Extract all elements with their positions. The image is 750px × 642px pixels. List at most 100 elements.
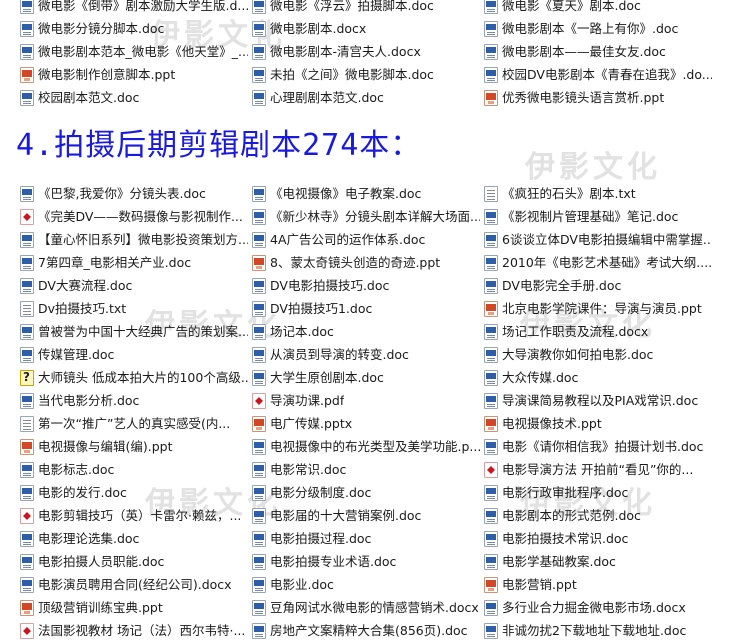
file-item[interactable]: 微电影《倒带》剧本激励大学生版.d... xyxy=(20,0,248,17)
file-item[interactable]: 传媒管理.doc xyxy=(20,343,248,366)
file-item[interactable]: 微电影《夏天》剧本.doc xyxy=(484,0,712,17)
file-item[interactable]: 《巴黎,我爱你》分镜头表.doc xyxy=(20,182,248,205)
doc-file-icon xyxy=(484,323,498,340)
file-item[interactable]: 法国影视教材 场记（法）西尔韦特·... xyxy=(20,619,248,642)
file-item[interactable]: 电影行政审批程序.doc xyxy=(484,481,712,504)
file-item[interactable]: 8、蒙太奇镜头创造的奇迹.ppt xyxy=(252,251,480,274)
file-item[interactable]: 【童心怀旧系列】微电影投资策划方... xyxy=(20,228,248,251)
file-item[interactable]: 多行业合力掘金微电影市场.docx xyxy=(484,596,712,619)
file-item[interactable]: 微电影剧本-清宫夫人.docx xyxy=(252,40,480,63)
file-item[interactable]: 《疯狂的石头》剧本.txt xyxy=(484,182,712,205)
doc-file-icon xyxy=(484,438,498,455)
file-item[interactable]: 豆角网试水微电影的情感营销术.docx xyxy=(252,596,480,619)
file-item[interactable]: 微电影剧本.docx xyxy=(252,17,480,40)
file-item[interactable]: 微电影剧本——最佳女友.doc xyxy=(484,40,712,63)
file-item[interactable]: DV大赛流程.doc xyxy=(20,274,248,297)
file-item[interactable]: 大导演教你如何拍电影.doc xyxy=(484,343,712,366)
file-name: 《影视制片管理基础》笔记.doc xyxy=(502,208,679,224)
file-item[interactable]: 电影拍摄专业术语.doc xyxy=(252,550,480,573)
file-item[interactable]: 优秀微电影镜头语言赏析.ppt xyxy=(484,86,712,109)
file-item[interactable]: 电影拍摄技术常识.doc xyxy=(484,527,712,550)
file-row: 7第四章_电影相关产业.doc 8、蒙太奇镜头创造的奇迹.ppt 2010年《电影艺… xyxy=(16,251,744,274)
file-item[interactable]: 导演课简易教程以及PIA戏常识.doc xyxy=(484,389,712,412)
file-row: 【童心怀旧系列】微电影投资策划方... 4A广告公司的运作体系.doc 6谈谈立体D… xyxy=(16,228,744,251)
file-item[interactable]: 北京电影学院课件：导演与演员.ppt xyxy=(484,297,712,320)
file-item[interactable]: 顶级营销训练宝典.ppt xyxy=(20,596,248,619)
file-item[interactable]: 电影业.doc xyxy=(252,573,480,596)
file-item[interactable]: 导演功课.pdf xyxy=(252,389,480,412)
file-item[interactable]: 大师镜头 低成本拍大片的100个高级... xyxy=(20,366,248,389)
file-item[interactable]: 电广传媒.pptx xyxy=(252,412,480,435)
file-item[interactable]: 非诚勿扰2下载地址下载地址.doc xyxy=(484,619,712,642)
doc-file-icon xyxy=(252,0,266,14)
file-item[interactable]: 曾被誉为中国十大经典广告的策划案... xyxy=(20,320,248,343)
file-item[interactable]: DV拍摄技巧1.doc xyxy=(252,297,480,320)
file-name: 4A广告公司的运作体系.doc xyxy=(270,231,426,247)
file-item[interactable]: 第一次“推广”艺人的真实感受(内... xyxy=(20,412,248,435)
file-item[interactable]: 心理剧剧本范文.doc xyxy=(252,86,480,109)
file-item[interactable]: 电影分级制度.doc xyxy=(252,481,480,504)
file-item[interactable]: 电影演员聘用合同(经纪公司).docx xyxy=(20,573,248,596)
file-item[interactable]: 电影拍摄过程.doc xyxy=(252,527,480,550)
file-item[interactable]: 电影常识.doc xyxy=(252,458,480,481)
file-item[interactable]: 大学生原创剧本.doc xyxy=(252,366,480,389)
file-item[interactable]: 房地产文案精粹大合集(856页).doc xyxy=(252,619,480,642)
file-item[interactable]: 电影学基础教案.doc xyxy=(484,550,712,573)
file-item[interactable]: 《新少林寺》分镜头剧本详解大场面... xyxy=(252,205,480,228)
file-item[interactable]: 6谈谈立体DV电影拍摄编辑中需掌握... xyxy=(484,228,712,251)
file-item[interactable]: 电影《请你相信我》拍摄计划书.doc xyxy=(484,435,712,458)
file-item[interactable]: 从演员到导演的转变.doc xyxy=(252,343,480,366)
file-item[interactable]: 微电影分镜分脚本.doc xyxy=(20,17,248,40)
file-name: 电影常识.doc xyxy=(270,461,347,477)
file-item[interactable]: 场记本.doc xyxy=(252,320,480,343)
file-item[interactable]: 电影理论选集.doc xyxy=(20,527,248,550)
file-name: 微电影剧本——最佳女友.doc xyxy=(502,43,666,59)
file-item[interactable]: DV电影拍摄技巧.doc xyxy=(252,274,480,297)
file-row: 法国影视教材 场记（法）西尔韦特·... 房地产文案精粹大合集(856页).doc… xyxy=(16,619,744,642)
doc-file-icon xyxy=(484,622,498,639)
file-name: 法国影视教材 场记（法）西尔韦特·... xyxy=(38,622,246,638)
ppt-file-icon xyxy=(252,415,266,432)
file-item[interactable]: 电视摄像技术.ppt xyxy=(484,412,712,435)
file-item[interactable]: 电影拍摄人员职能.doc xyxy=(20,550,248,573)
file-item[interactable]: 微电影制作创意脚本.ppt xyxy=(20,63,248,86)
file-item[interactable]: 《完美DV——数码摄像与影视制作... xyxy=(20,205,248,228)
file-item[interactable]: 大众传媒.doc xyxy=(484,366,712,389)
ppt-file-icon xyxy=(484,300,498,317)
file-name: 多行业合力掘金微电影市场.docx xyxy=(502,599,686,615)
file-name: 《疯狂的石头》剧本.txt xyxy=(502,185,636,201)
file-name: 7第四章_电影相关产业.doc xyxy=(38,254,192,270)
file-item[interactable]: 校园剧本范文.doc xyxy=(20,86,248,109)
file-item[interactable]: 电影剧本的形式范例.doc xyxy=(484,504,712,527)
file-item[interactable]: 《电视摄像》电子教案.doc xyxy=(252,182,480,205)
file-item[interactable]: 电影导演方法 开拍前“看见”你的... xyxy=(484,458,712,481)
file-name: 当代电影分析.doc xyxy=(38,392,140,408)
file-item[interactable]: 7第四章_电影相关产业.doc xyxy=(20,251,248,274)
file-item[interactable]: 微电影剧本范本_微电影《他天堂》_... xyxy=(20,40,248,63)
file-item[interactable]: DV电影完全手册.doc xyxy=(484,274,712,297)
file-item[interactable]: 2010年《电影艺术基础》考试大纲.... xyxy=(484,251,712,274)
file-item[interactable]: 电影剪辑技巧（英）卡雷尔·赖兹，... xyxy=(20,504,248,527)
file-item[interactable]: 电视摄像与编辑(编).ppt xyxy=(20,435,248,458)
file-item[interactable]: 《影视制片管理基础》笔记.doc xyxy=(484,205,712,228)
file-item[interactable]: 电影标志.doc xyxy=(20,458,248,481)
file-name: 《电视摄像》电子教案.doc xyxy=(270,185,422,201)
file-item[interactable]: 微电影《浮云》拍摄脚本.doc xyxy=(252,0,480,17)
ppt-file-icon xyxy=(252,254,266,271)
file-item[interactable]: 当代电影分析.doc xyxy=(20,389,248,412)
file-item[interactable]: 电影营销.ppt xyxy=(484,573,712,596)
file-item[interactable]: 4A广告公司的运作体系.doc xyxy=(252,228,480,251)
file-item[interactable]: 电视摄像中的布光类型及美学功能.p... xyxy=(252,435,480,458)
file-name: 电广传媒.pptx xyxy=(270,415,353,431)
file-item[interactable]: 电影届的十大营销案例.doc xyxy=(252,504,480,527)
doc-file-icon xyxy=(484,346,498,363)
file-name: 电影拍摄专业术语.doc xyxy=(270,553,397,569)
file-item[interactable]: 校园DV电影剧本《青春在追我》.do... xyxy=(484,63,712,86)
file-name: 从演员到导演的转变.doc xyxy=(270,346,409,362)
file-item[interactable]: 未拍《之间》微电影脚本.doc xyxy=(252,63,480,86)
file-item[interactable]: 场记工作职责及流程.docx xyxy=(484,320,712,343)
file-item[interactable]: 微电影剧本《一路上有你》.doc xyxy=(484,17,712,40)
file-name: 电影《请你相信我》拍摄计划书.doc xyxy=(502,438,704,454)
file-item[interactable]: 电影的发行.doc xyxy=(20,481,248,504)
file-item[interactable]: Dv拍摄技巧.txt xyxy=(20,297,248,320)
